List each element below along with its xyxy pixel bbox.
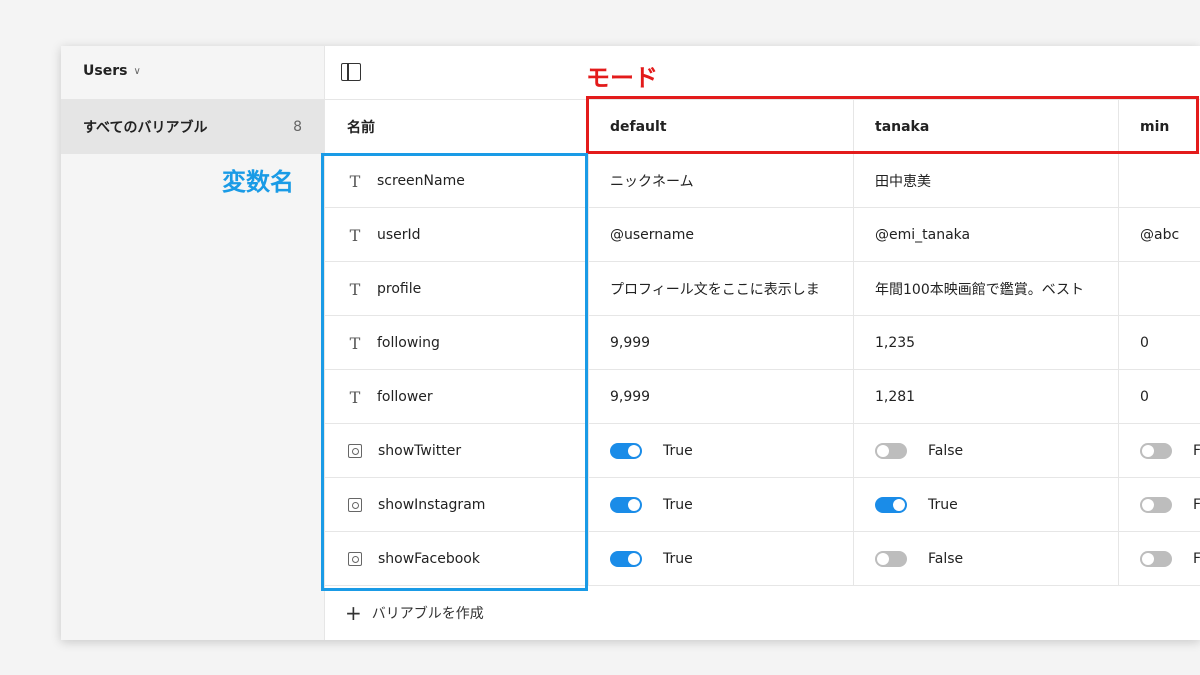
value-text: 1,235 bbox=[875, 335, 916, 351]
toggle-switch[interactable] bbox=[1140, 551, 1172, 567]
value-text: 1,281 bbox=[875, 389, 916, 405]
value-cell[interactable]: 0 bbox=[1119, 316, 1200, 370]
chevron-down-icon: ∨ bbox=[133, 65, 141, 77]
mode-annotation-label: モード bbox=[586, 64, 658, 92]
toggle-switch[interactable] bbox=[875, 551, 907, 567]
toggle-knob bbox=[628, 445, 640, 457]
collection-name: Users bbox=[83, 63, 128, 79]
value-cell[interactable]: True bbox=[589, 424, 854, 478]
boolean-label: True bbox=[663, 443, 693, 459]
value-cell[interactable]: False bbox=[854, 532, 1119, 586]
collection-dropdown[interactable]: Users ∨ bbox=[83, 63, 141, 79]
sidebar-item-count: 8 bbox=[293, 118, 302, 135]
value-cell[interactable]: True bbox=[589, 478, 854, 532]
value-cell[interactable]: True bbox=[854, 478, 1119, 532]
toggle-knob bbox=[893, 499, 905, 511]
toggle-switch[interactable] bbox=[610, 551, 642, 567]
toggle-knob bbox=[628, 553, 640, 565]
add-variable-label: バリアブルを作成 bbox=[371, 606, 484, 622]
value-cell[interactable]: 0 bbox=[1119, 370, 1200, 424]
toggle-switch[interactable] bbox=[1140, 443, 1172, 459]
value-cell[interactable]: @username bbox=[589, 208, 854, 262]
value-cell[interactable]: False bbox=[1119, 478, 1200, 532]
sidebar-item-all-variables[interactable]: すべてのバリアブル 8 bbox=[61, 99, 324, 154]
value-text: ニックネーム bbox=[610, 174, 694, 190]
toggle-knob bbox=[877, 553, 889, 565]
toggle-switch[interactable] bbox=[875, 443, 907, 459]
toggle-switch[interactable] bbox=[610, 443, 642, 459]
value-cell[interactable] bbox=[1119, 154, 1200, 208]
value-cell[interactable]: プロフィール文をここに表示しま bbox=[589, 262, 854, 316]
boolean-label: True bbox=[663, 497, 693, 513]
value-text: 0 bbox=[1140, 335, 1149, 351]
boolean-label: False bbox=[1193, 443, 1200, 459]
value-cell[interactable] bbox=[1119, 262, 1200, 316]
variable-name-annotation-label: 変数名 bbox=[222, 168, 294, 196]
value-text: 田中恵美 bbox=[875, 174, 931, 190]
boolean-label: False bbox=[928, 551, 964, 567]
toggle-knob bbox=[877, 445, 889, 457]
mode-annotation-box bbox=[586, 96, 1199, 154]
value-text: @emi_tanaka bbox=[875, 227, 971, 243]
value-cell[interactable]: 年間100本映画館で鑑賞。ベスト bbox=[854, 262, 1119, 316]
value-text: @abc bbox=[1140, 227, 1180, 243]
boolean-label: False bbox=[1193, 497, 1200, 513]
toggle-knob bbox=[1142, 445, 1154, 457]
toggle-switch[interactable] bbox=[1140, 497, 1172, 513]
value-cell[interactable]: True bbox=[589, 532, 854, 586]
value-cell[interactable]: 1,281 bbox=[854, 370, 1119, 424]
value-cell[interactable]: @emi_tanaka bbox=[854, 208, 1119, 262]
variable-name-annotation-box bbox=[321, 153, 588, 591]
value-cell[interactable]: 9,999 bbox=[589, 370, 854, 424]
value-cell[interactable]: False bbox=[1119, 532, 1200, 586]
plus-icon: + bbox=[345, 601, 362, 625]
toggle-knob bbox=[1142, 553, 1154, 565]
value-text: プロフィール文をここに表示しま bbox=[610, 282, 820, 298]
value-text: 9,999 bbox=[610, 389, 651, 405]
toggle-switch[interactable] bbox=[610, 497, 642, 513]
value-text: 年間100本映画館で鑑賞。ベスト bbox=[875, 282, 1085, 298]
value-text: 9,999 bbox=[610, 335, 651, 351]
value-cell[interactable]: 9,999 bbox=[589, 316, 854, 370]
sidebar-item-label: すべてのバリアブル bbox=[83, 119, 208, 136]
toggle-knob bbox=[1142, 499, 1154, 511]
value-cell[interactable]: ニックネーム bbox=[589, 154, 854, 208]
value-cell[interactable]: 田中恵美 bbox=[854, 154, 1119, 208]
header-name: 名前 bbox=[325, 100, 589, 154]
value-cell[interactable]: False bbox=[854, 424, 1119, 478]
value-cell[interactable]: False bbox=[1119, 424, 1200, 478]
toggle-knob bbox=[628, 499, 640, 511]
add-variable-button[interactable]: + バリアブルを作成 bbox=[345, 601, 484, 625]
boolean-label: True bbox=[928, 497, 958, 513]
value-cell[interactable]: 1,235 bbox=[854, 316, 1119, 370]
value-text: 0 bbox=[1140, 389, 1149, 405]
toggle-switch[interactable] bbox=[875, 497, 907, 513]
boolean-label: False bbox=[1193, 551, 1200, 567]
boolean-label: True bbox=[663, 551, 693, 567]
sidebar: Users ∨ すべてのバリアブル 8 bbox=[61, 46, 325, 640]
sidebar-toggle-icon[interactable] bbox=[341, 63, 361, 81]
value-cell[interactable]: @abc bbox=[1119, 208, 1200, 262]
boolean-label: False bbox=[928, 443, 964, 459]
value-text: @username bbox=[610, 227, 694, 243]
